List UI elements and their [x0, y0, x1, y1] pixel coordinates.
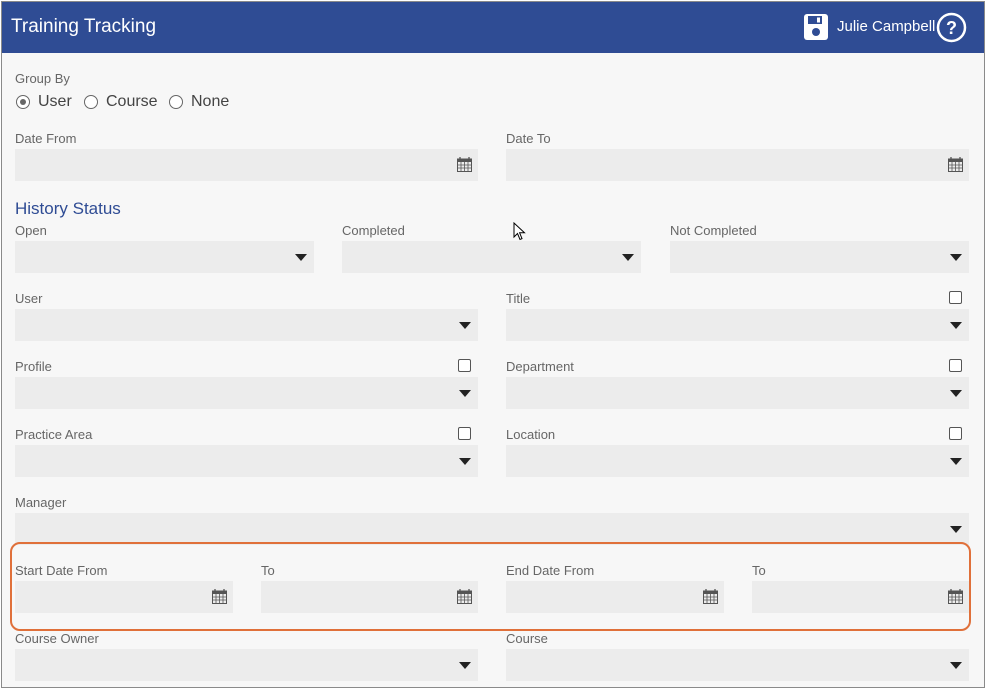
- course-label: Course: [506, 631, 548, 646]
- location-checkbox[interactable]: [949, 427, 962, 440]
- calendar-icon[interactable]: [703, 589, 718, 604]
- calendar-icon[interactable]: [948, 589, 963, 604]
- chevron-down-icon: [459, 662, 471, 669]
- not-completed-label: Not Completed: [670, 223, 757, 238]
- end-date-to-label: To: [752, 563, 766, 578]
- chevron-down-icon: [950, 254, 962, 261]
- history-status-heading: History Status: [15, 199, 121, 218]
- location-select[interactable]: [506, 445, 969, 477]
- radio-unchecked-icon: [84, 95, 98, 109]
- manager-select[interactable]: [15, 513, 969, 545]
- start-date-to-input[interactable]: [261, 581, 478, 613]
- date-to-label: Date To: [506, 131, 551, 146]
- mouse-pointer-icon: [513, 222, 526, 241]
- course-select[interactable]: [506, 649, 969, 681]
- save-icon[interactable]: [803, 13, 829, 41]
- radio-user[interactable]: User: [16, 91, 72, 113]
- chevron-down-icon: [950, 322, 962, 329]
- title-checkbox[interactable]: [949, 291, 962, 304]
- date-to-input[interactable]: [506, 149, 969, 181]
- practice-area-checkbox[interactable]: [458, 427, 471, 440]
- radio-label: None: [191, 93, 230, 110]
- practice-area-select[interactable]: [15, 445, 478, 477]
- department-select[interactable]: [506, 377, 969, 409]
- calendar-icon[interactable]: [212, 589, 227, 604]
- completed-select[interactable]: [342, 241, 641, 273]
- radio-unchecked-icon: [169, 95, 183, 109]
- chevron-down-icon: [459, 390, 471, 397]
- calendar-icon[interactable]: [948, 157, 963, 172]
- radio-course[interactable]: Course: [84, 91, 158, 113]
- group-by-label: Group By: [15, 71, 70, 86]
- start-date-to-label: To: [261, 563, 275, 578]
- training-tracking-window: Training Tracking Julie Campbell ? Group…: [1, 1, 985, 688]
- open-label: Open: [15, 223, 47, 238]
- calendar-icon[interactable]: [457, 589, 472, 604]
- svg-text:?: ?: [946, 18, 957, 38]
- start-date-from-input[interactable]: [15, 581, 233, 613]
- chevron-down-icon: [459, 322, 471, 329]
- help-icon[interactable]: ?: [936, 12, 967, 43]
- end-date-to-input[interactable]: [752, 581, 969, 613]
- chevron-down-icon: [950, 390, 962, 397]
- end-date-from-input[interactable]: [506, 581, 724, 613]
- user-select[interactable]: [15, 309, 478, 341]
- start-date-from-label: Start Date From: [15, 563, 108, 578]
- department-checkbox[interactable]: [949, 359, 962, 372]
- user-label: User: [15, 291, 43, 306]
- course-owner-label: Course Owner: [15, 631, 99, 646]
- profile-select[interactable]: [15, 377, 478, 409]
- chevron-down-icon: [950, 662, 962, 669]
- open-select[interactable]: [15, 241, 314, 273]
- title-select[interactable]: [506, 309, 969, 341]
- radio-none[interactable]: None: [169, 91, 229, 113]
- calendar-icon[interactable]: [457, 157, 472, 172]
- radio-label: User: [38, 93, 72, 110]
- chevron-down-icon: [295, 254, 307, 261]
- header-bar: Training Tracking Julie Campbell ?: [2, 2, 984, 53]
- chevron-down-icon: [459, 458, 471, 465]
- location-label: Location: [506, 427, 556, 442]
- date-from-label: Date From: [15, 131, 77, 146]
- title-label: Title: [506, 291, 531, 306]
- profile-label: Profile: [15, 359, 52, 374]
- chevron-down-icon: [950, 458, 962, 465]
- department-label: Department: [506, 359, 574, 374]
- not-completed-select[interactable]: [670, 241, 969, 273]
- end-date-from-label: End Date From: [506, 563, 595, 578]
- course-owner-select[interactable]: [15, 649, 478, 681]
- chevron-down-icon: [622, 254, 634, 261]
- radio-checked-icon: [16, 95, 30, 109]
- manager-label: Manager: [15, 495, 67, 510]
- practice-area-label: Practice Area: [15, 427, 93, 442]
- page-title: Training Tracking: [11, 16, 157, 37]
- chevron-down-icon: [950, 526, 962, 533]
- user-name[interactable]: Julie Campbell: [837, 18, 935, 35]
- date-from-input[interactable]: [15, 149, 478, 181]
- completed-label: Completed: [342, 223, 405, 238]
- radio-label: Course: [106, 93, 158, 110]
- profile-checkbox[interactable]: [458, 359, 471, 372]
